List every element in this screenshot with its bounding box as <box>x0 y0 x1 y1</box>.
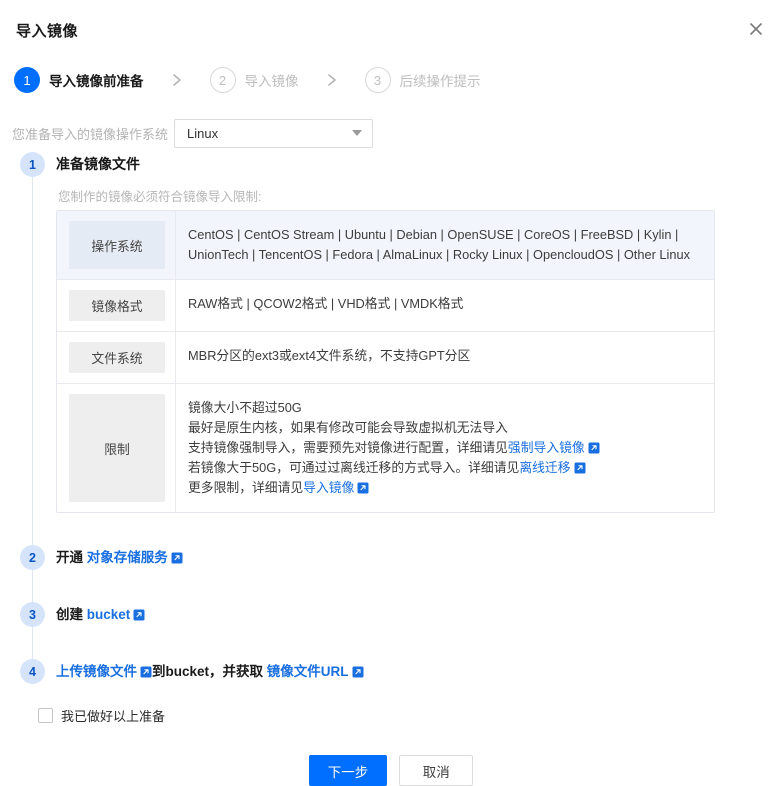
image-file-url-link[interactable]: 镜像文件URL <box>267 664 349 679</box>
next-step-button[interactable]: 下一步 <box>308 755 388 786</box>
external-link-icon <box>133 609 145 621</box>
timeline-step-1: 1 准备镜像文件 您制作的镜像必须符合镜像导入限制: 操作系统 CentOS |… <box>20 152 782 513</box>
table-row-key: 限制 <box>69 394 165 502</box>
timeline-step-text: 上传镜像文件 到bucket，并获取 镜像文件URL <box>56 659 782 684</box>
create-bucket-link[interactable]: bucket <box>87 607 131 622</box>
dialog-header: 导入镜像 <box>0 0 782 52</box>
step4-middle-text: 到bucket，并获取 <box>152 664 264 679</box>
timeline-step-subnote: 您制作的镜像必须符合镜像导入限制: <box>58 190 262 204</box>
stepper-step-label: 导入镜像前准备 <box>49 74 144 89</box>
table-row-value: CentOS | CentOS Stream | Ubuntu | Debian… <box>175 211 714 279</box>
table-row-value: 镜像大小不超过50G 最好是原生内核，如果有修改可能会导致虚拟机无法导入 支持镜… <box>175 384 714 512</box>
upload-image-file-link[interactable]: 上传镜像文件 <box>56 664 137 679</box>
external-link-icon <box>140 666 152 678</box>
step2-prefix: 开通 <box>56 550 83 565</box>
table-row: 操作系统 CentOS | CentOS Stream | Ubuntu | D… <box>57 211 714 280</box>
os-select-label: 您准备导入的镜像操作系统 <box>12 126 169 142</box>
stepper-step-label: 导入镜像 <box>244 74 299 89</box>
restriction-line-3-text: 支持镜像强制导入，需要预先对镜像进行配置，详细请见 <box>188 440 508 455</box>
table-row-key: 镜像格式 <box>69 290 165 321</box>
import-image-link[interactable]: 导入镜像 <box>303 480 354 495</box>
timeline-step-text: 创建 bucket <box>56 602 782 627</box>
chevron-right-icon <box>170 72 184 88</box>
image-requirements-table: 操作系统 CentOS | CentOS Stream | Ubuntu | D… <box>56 210 715 513</box>
agreement-row: 我已做好以上准备 <box>0 684 782 725</box>
os-list-line-1: CentOS | CentOS Stream | Ubuntu | Debian… <box>188 227 679 242</box>
chevron-down-icon <box>352 130 362 136</box>
timeline-step-number: 1 <box>20 152 45 177</box>
dialog-footer: 下一步 取消 <box>0 725 782 786</box>
object-storage-service-link[interactable]: 对象存储服务 <box>87 550 168 565</box>
table-row-key: 文件系统 <box>69 342 165 373</box>
table-row: 镜像格式 RAW格式 | QCOW2格式 | VHD格式 | VMDK格式 <box>57 280 714 332</box>
agreement-checkbox[interactable] <box>38 708 53 723</box>
restriction-line-1: 镜像大小不超过50G <box>188 400 302 415</box>
os-select-dropdown[interactable]: Linux <box>174 118 373 148</box>
external-link-icon <box>588 442 600 454</box>
external-link-icon <box>352 666 364 678</box>
step-number-badge: 3 <box>364 67 391 93</box>
restriction-line-4-text: 若镜像大于50G，可通过过离线迁移的方式导入。详细请见 <box>188 460 520 475</box>
timeline-step-number: 2 <box>20 545 45 570</box>
step3-prefix: 创建 <box>56 607 83 622</box>
timeline-step-number: 4 <box>20 659 45 684</box>
timeline-step-number: 3 <box>20 602 45 627</box>
timeline-step-heading: 准备镜像文件 <box>56 156 140 172</box>
filesystem-line-1: MBR分区的ext3或ext4文件系统，不支持GPT分区 <box>188 348 471 363</box>
timeline-step-4: 4 上传镜像文件 到bucket，并获取 镜像文件URL <box>20 659 782 684</box>
stepper-step-2[interactable]: 2 导入镜像 <box>209 67 299 93</box>
stepper-step-1[interactable]: 1 导入镜像前准备 <box>14 67 144 93</box>
table-row-key: 操作系统 <box>69 221 165 269</box>
external-link-icon <box>171 552 183 564</box>
offline-migration-link[interactable]: 离线迁移 <box>519 460 570 475</box>
table-row-value: MBR分区的ext3或ext4文件系统，不支持GPT分区 <box>175 332 714 383</box>
step-number-badge: 2 <box>209 67 236 93</box>
restriction-line-5: 更多限制，详细请见导入镜像 <box>188 478 702 498</box>
os-list-line-2: UnionTech | TencentOS | Fedora | AlmaLin… <box>188 247 690 262</box>
table-row-value: RAW格式 | QCOW2格式 | VHD格式 | VMDK格式 <box>175 280 714 331</box>
restriction-line-4: 若镜像大于50G，可通过过离线迁移的方式导入。详细请见离线迁移 <box>188 458 702 478</box>
preparation-timeline: 1 准备镜像文件 您制作的镜像必须符合镜像导入限制: 操作系统 CentOS |… <box>20 152 782 684</box>
chevron-right-icon <box>325 72 339 88</box>
timeline-connector <box>32 166 33 666</box>
wizard-stepper: 1 导入镜像前准备 2 导入镜像 3 后续操作提示 <box>0 52 782 102</box>
cancel-button[interactable]: 取消 <box>399 755 474 786</box>
timeline-step-3: 3 创建 bucket <box>20 602 782 627</box>
format-list-line-1: RAW格式 | QCOW2格式 | VHD格式 | VMDK格式 <box>188 296 464 311</box>
os-select-value: Linux <box>187 125 219 141</box>
stepper-step-3[interactable]: 3 后续操作提示 <box>364 67 481 93</box>
external-link-icon <box>357 482 369 494</box>
table-row: 限制 镜像大小不超过50G 最好是原生内核，如果有修改可能会导致虚拟机无法导入 … <box>57 384 714 512</box>
stepper-step-label: 后续操作提示 <box>399 74 481 89</box>
timeline-step-2: 2 开通 对象存储服务 <box>20 545 782 570</box>
external-link-icon <box>574 462 586 474</box>
restriction-line-3: 支持镜像强制导入，需要预先对镜像进行配置，详细请见强制导入镜像 <box>188 438 702 458</box>
page-title: 导入镜像 <box>16 23 79 40</box>
os-select-row: 您准备导入的镜像操作系统 Linux <box>0 102 782 152</box>
close-icon[interactable] <box>744 17 768 41</box>
agreement-label[interactable]: 我已做好以上准备 <box>61 706 165 725</box>
step-number-badge: 1 <box>14 67 40 93</box>
timeline-step-text: 开通 对象存储服务 <box>56 545 782 570</box>
force-import-link[interactable]: 强制导入镜像 <box>508 440 585 455</box>
restriction-line-5-text: 更多限制，详细请见 <box>188 480 304 495</box>
restriction-line-2: 最好是原生内核，如果有修改可能会导致虚拟机无法导入 <box>188 420 508 435</box>
table-row: 文件系统 MBR分区的ext3或ext4文件系统，不支持GPT分区 <box>57 332 714 384</box>
